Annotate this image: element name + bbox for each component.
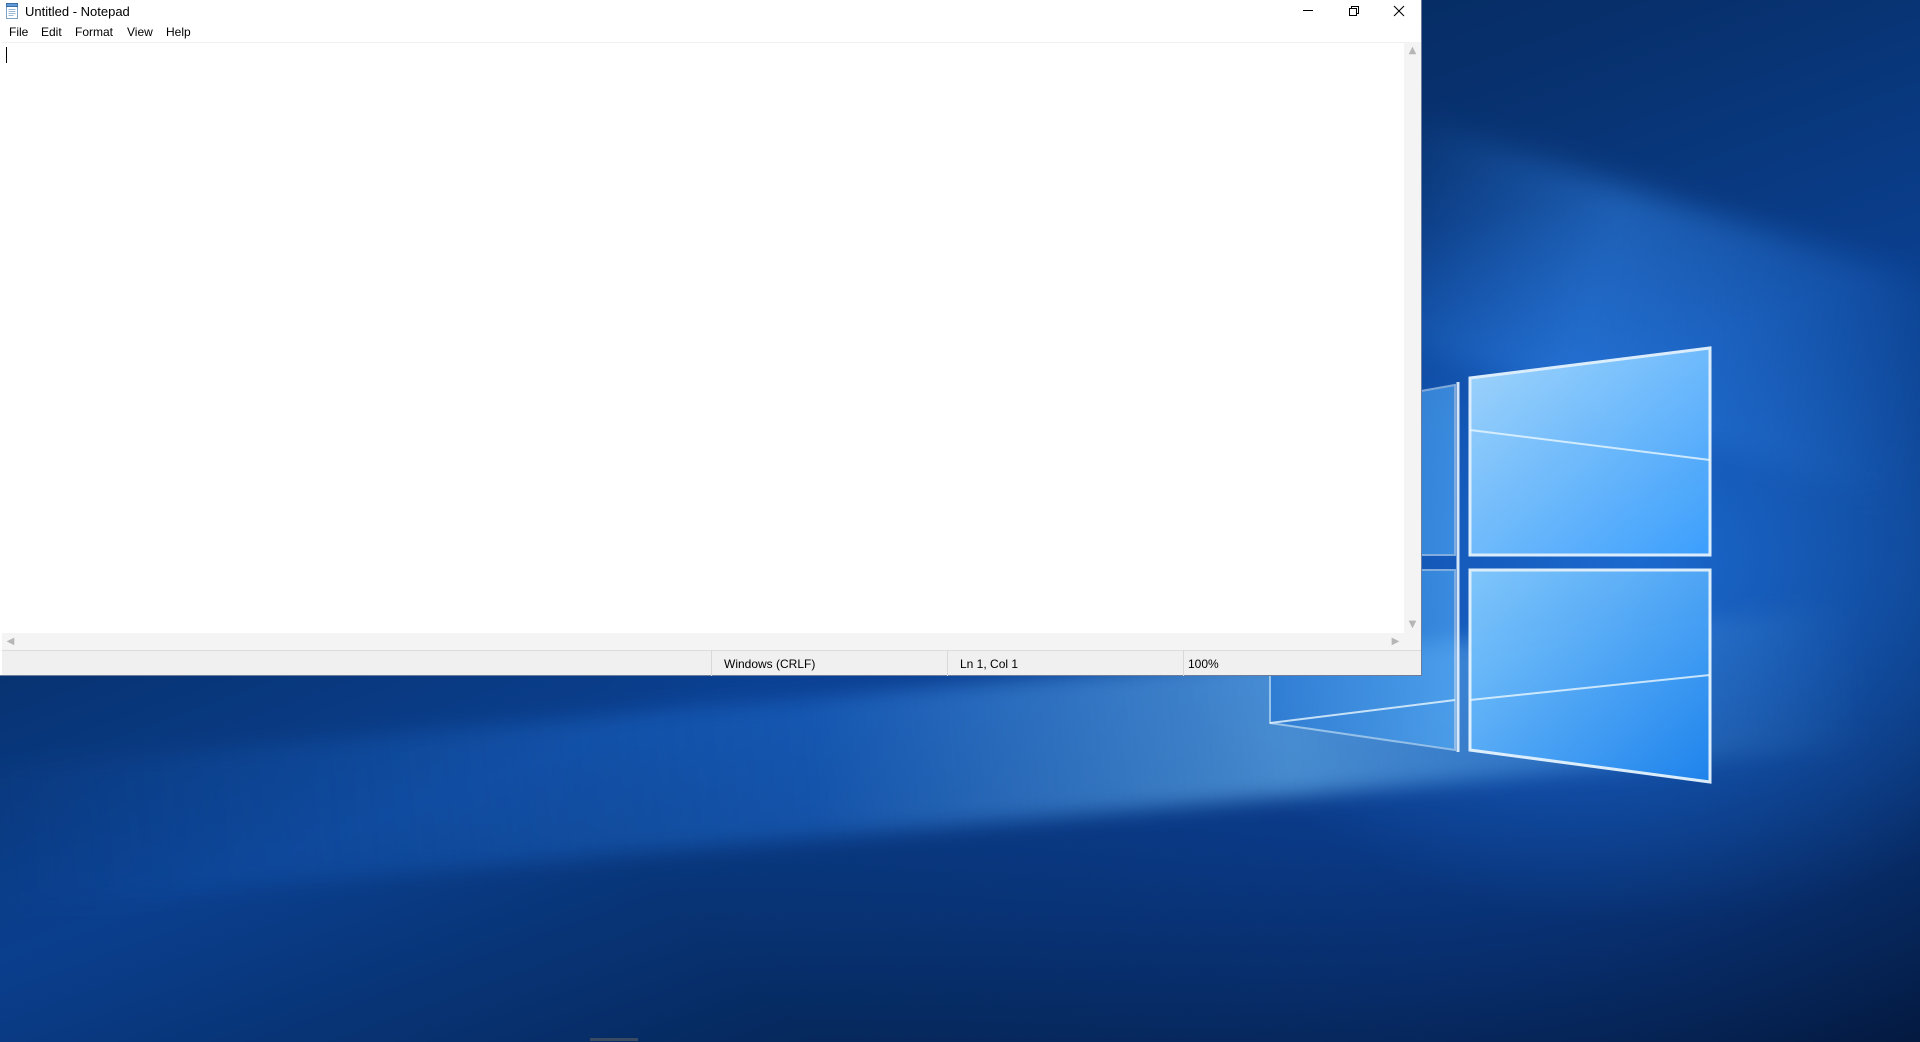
menu-file[interactable]: File [9,25,28,39]
scrollbar-corner [1404,633,1421,650]
window-title: Untitled - Notepad [25,4,130,19]
chevron-left-icon[interactable]: ◀ [2,633,19,650]
close-button[interactable] [1376,0,1422,22]
close-icon [1393,5,1405,17]
status-divider [711,651,712,676]
menu-bar: File Edit Format View Help [0,22,1421,42]
chevron-down-icon[interactable]: ▼ [1404,616,1421,633]
menu-format[interactable]: Format [75,25,113,39]
text-editor[interactable] [2,42,1404,633]
status-bar: Windows (CRLF) Ln 1, Col 1 100% [2,650,1421,676]
horizontal-scrollbar[interactable]: ◀ ▶ [2,633,1404,650]
title-bar[interactable]: Untitled - Notepad [0,0,1421,22]
status-line-endings: Windows (CRLF) [724,657,816,671]
restore-icon [1349,6,1359,16]
vertical-scrollbar[interactable]: ▲ ▼ [1404,42,1421,633]
menu-help[interactable]: Help [166,25,191,39]
status-cursor-position: Ln 1, Col 1 [960,657,1019,671]
minimize-button[interactable] [1285,0,1331,22]
minimize-icon [1303,10,1313,11]
status-divider [1183,651,1184,676]
status-zoom: 100% [1188,657,1219,671]
chevron-up-icon[interactable]: ▲ [1404,42,1421,59]
text-cursor [6,47,7,63]
menu-edit[interactable]: Edit [41,25,62,39]
notepad-window: Untitled - Notepad File Edit Format View… [0,0,1422,676]
chevron-right-icon[interactable]: ▶ [1387,633,1404,650]
taskbar-edge [590,1038,638,1041]
menu-view[interactable]: View [127,25,153,39]
status-divider [947,651,948,676]
restore-button[interactable] [1331,0,1377,22]
notepad-icon [6,3,18,19]
